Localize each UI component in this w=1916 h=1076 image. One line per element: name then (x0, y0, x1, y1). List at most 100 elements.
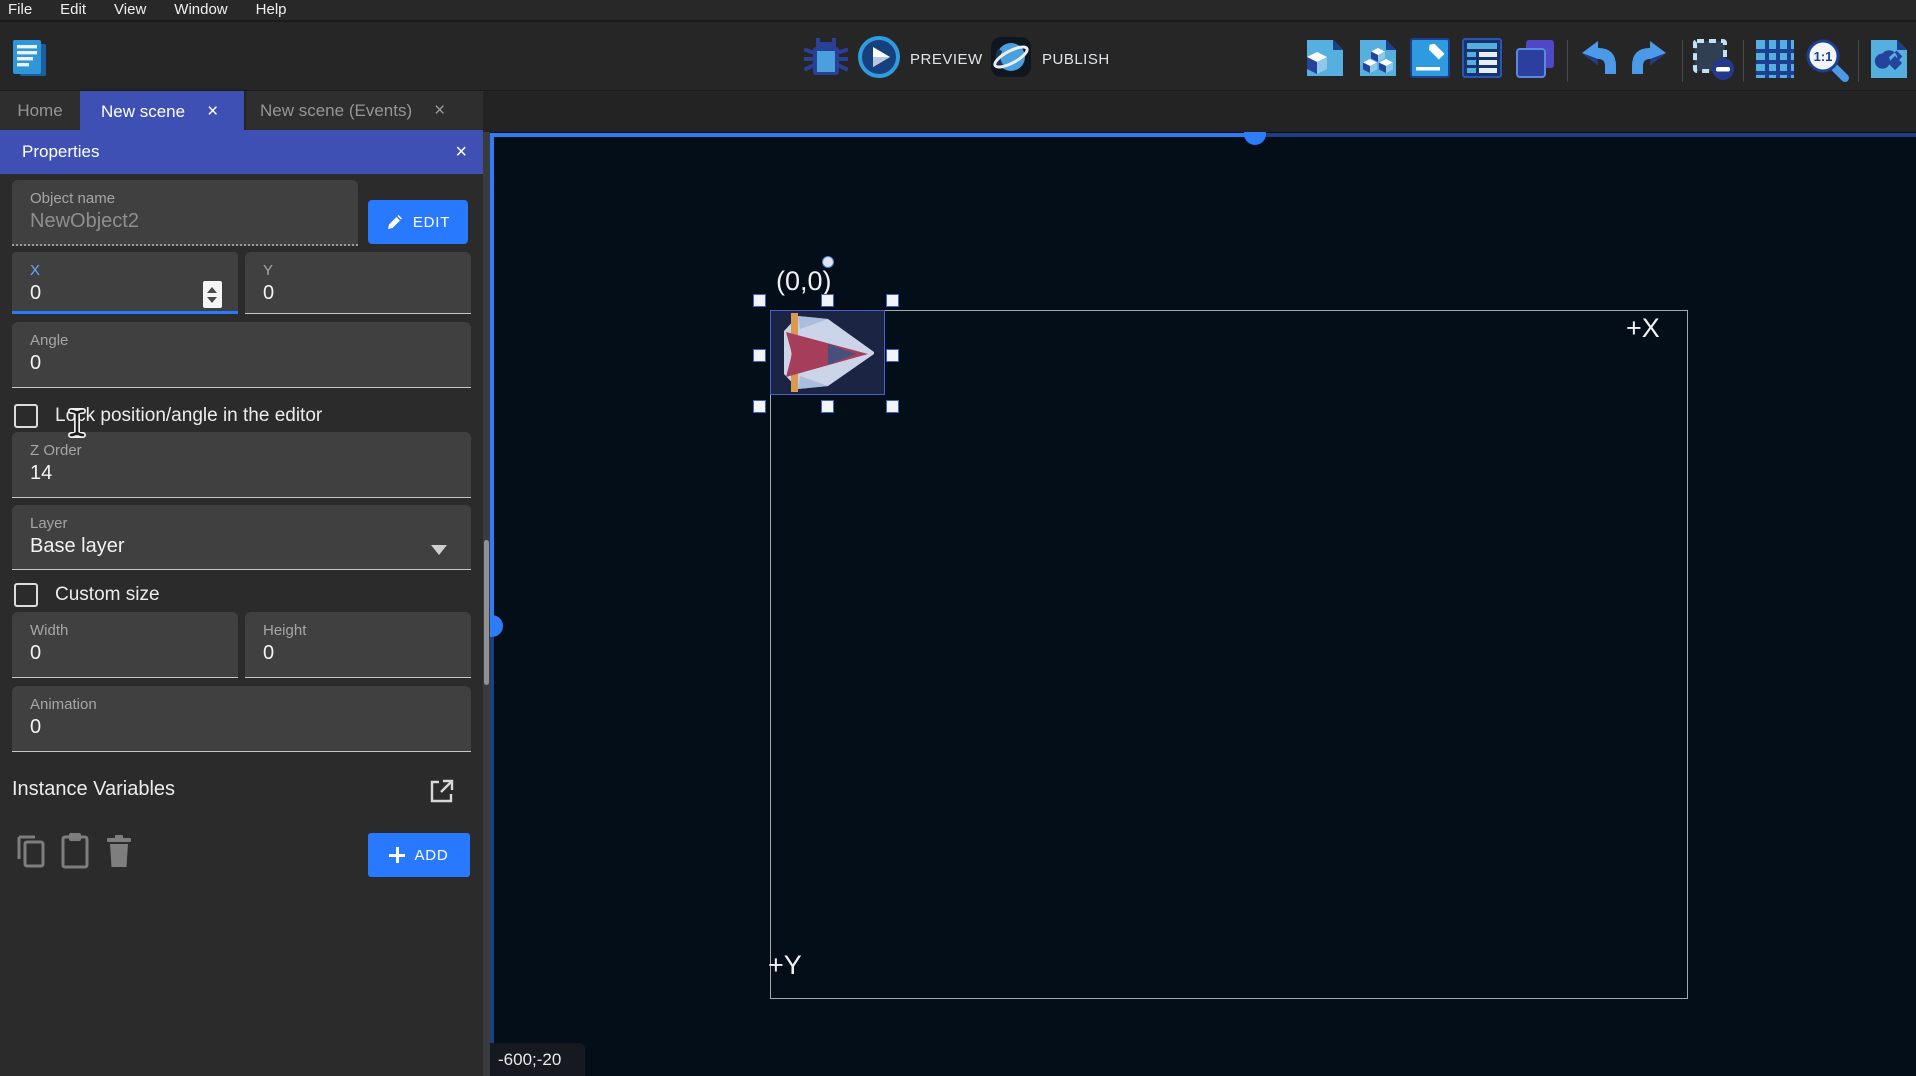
angle-field[interactable]: Angle 0 (12, 322, 471, 388)
tab-new-scene-events-close-icon[interactable]: × (434, 100, 445, 122)
tab-home[interactable]: Home (0, 91, 80, 131)
properties-panel-title: Properties (22, 142, 99, 162)
spaceship-sprite[interactable] (770, 310, 885, 400)
x-position-field[interactable]: X 0 (12, 252, 238, 314)
main-toolbar: PREVIEW PUBLISH (0, 24, 1916, 90)
lock-position-label: Lock position/angle in the editor (55, 405, 322, 427)
canvas-vscroll-line[interactable] (490, 133, 494, 616)
tab-new-scene-label: New scene (101, 102, 185, 122)
resize-handle-top-center[interactable] (821, 294, 834, 307)
object-groups-icon[interactable] (1358, 38, 1398, 78)
angle-value: 0 (30, 352, 471, 375)
toolbar-divider (1743, 40, 1744, 82)
scene-canvas[interactable]: (0,0) +X +Y -600;-20 (490, 132, 1916, 1076)
object-name-field[interactable]: Object name NewObject2 (12, 180, 358, 246)
menu-file[interactable]: File (0, 0, 46, 21)
z-order-label: Z Order (30, 442, 471, 459)
publish-globe-icon (990, 36, 1032, 83)
paste-icon[interactable] (60, 832, 90, 875)
canvas-hscroll-line-dim[interactable] (1265, 133, 1916, 137)
layer-select[interactable]: Layer Base layer (12, 505, 471, 570)
undo-icon[interactable] (1578, 38, 1620, 80)
width-value: 0 (30, 642, 238, 665)
resize-handle-top-left[interactable] (753, 294, 766, 307)
lock-position-checkbox[interactable] (14, 404, 38, 428)
toggle-grid-icon[interactable] (1754, 38, 1796, 80)
layers-icon[interactable] (1514, 38, 1556, 80)
origin-label: (0,0) (776, 266, 832, 297)
deselect-instances-icon[interactable] (1692, 38, 1736, 82)
instance-variables-title: Instance Variables (12, 778, 175, 801)
pencil-icon (386, 213, 404, 231)
width-label: Width (30, 622, 238, 639)
canvas-vscroll-thumb[interactable] (490, 615, 503, 637)
y-position-field[interactable]: Y 0 (245, 252, 471, 314)
panel-scrollbar-thumb[interactable] (484, 540, 489, 685)
publish-label: PUBLISH (1042, 51, 1110, 68)
menu-window[interactable]: Window (160, 0, 241, 21)
animation-value: 0 (30, 716, 471, 739)
properties-panel-header: Properties × (0, 130, 483, 174)
object-name-label: Object name (30, 190, 358, 207)
preview-play-icon (858, 36, 900, 83)
menu-edit[interactable]: Edit (46, 0, 100, 21)
zoom-original-icon[interactable]: 1:1 (1805, 38, 1849, 82)
resize-handle-top-right[interactable] (886, 294, 899, 307)
x-position-label: X (30, 262, 238, 279)
debug-icon[interactable] (804, 36, 848, 80)
toolbar-divider (1682, 40, 1683, 82)
canvas-vscroll-line-dim[interactable] (490, 637, 494, 1076)
resize-handle-bottom-left[interactable] (753, 400, 766, 413)
copy-icon[interactable] (16, 834, 48, 875)
y-position-value: 0 (263, 282, 471, 305)
resize-handle-bottom-center[interactable] (821, 400, 834, 413)
animation-label: Animation (30, 696, 471, 713)
height-value: 0 (263, 642, 471, 665)
editor-tab-bar: Home New scene × New scene (Events) × (0, 90, 1916, 132)
width-field[interactable]: Width 0 (12, 612, 238, 678)
resize-handle-bottom-right[interactable] (886, 400, 899, 413)
toolbar-divider (1567, 40, 1568, 82)
layer-label: Layer (30, 515, 471, 532)
axis-x-label: +X (1626, 313, 1660, 344)
tab-new-scene-close-icon[interactable]: × (207, 101, 218, 123)
open-in-new-icon[interactable] (428, 778, 455, 810)
toolbar-divider (1858, 40, 1859, 82)
svg-text:1:1: 1:1 (1814, 49, 1833, 64)
scene-properties-icon[interactable] (1868, 38, 1910, 80)
preview-button[interactable]: PREVIEW (858, 36, 983, 83)
x-position-stepper[interactable] (203, 281, 222, 308)
tab-new-scene-events[interactable]: New scene (Events) × (246, 91, 483, 131)
height-label: Height (263, 622, 471, 639)
menu-bar: File Edit View Window Help (0, 0, 1916, 22)
edit-object-button[interactable]: EDIT (368, 200, 468, 244)
rotate-handle[interactable] (822, 256, 834, 268)
custom-size-checkbox[interactable] (14, 583, 38, 607)
add-variable-button[interactable]: ADD (368, 833, 470, 877)
layer-value: Base layer (30, 535, 471, 558)
properties-panel-close-icon[interactable]: × (455, 141, 467, 164)
objects-editor-icon[interactable] (1305, 38, 1345, 78)
animation-field[interactable]: Animation 0 (12, 686, 471, 752)
angle-label: Angle (30, 332, 471, 349)
publish-button[interactable]: PUBLISH (990, 36, 1110, 83)
menu-help[interactable]: Help (242, 0, 301, 21)
gdevelop-window: File Edit View Window Help (0, 0, 1916, 1076)
redo-icon[interactable] (1628, 38, 1670, 80)
instance-properties-icon[interactable] (1410, 38, 1450, 78)
trash-icon[interactable] (106, 834, 132, 873)
cursor-coordinates-value: -600;-20 (498, 1050, 561, 1070)
tab-new-scene[interactable]: New scene × (80, 91, 244, 133)
resize-handle-middle-left[interactable] (753, 349, 766, 362)
canvas-hscroll-line[interactable] (490, 133, 1245, 137)
height-field[interactable]: Height 0 (245, 612, 471, 678)
cursor-coordinates-badge: -600;-20 (490, 1043, 585, 1076)
chevron-down-icon[interactable] (431, 545, 447, 555)
menu-view[interactable]: View (100, 0, 160, 21)
canvas-hscroll-thumb[interactable] (1244, 132, 1266, 145)
object-name-value: NewObject2 (30, 210, 358, 233)
project-manager-icon[interactable] (8, 36, 52, 80)
instances-list-icon[interactable] (1462, 38, 1502, 78)
preview-label: PREVIEW (910, 51, 983, 68)
resize-handle-middle-right[interactable] (886, 349, 899, 362)
